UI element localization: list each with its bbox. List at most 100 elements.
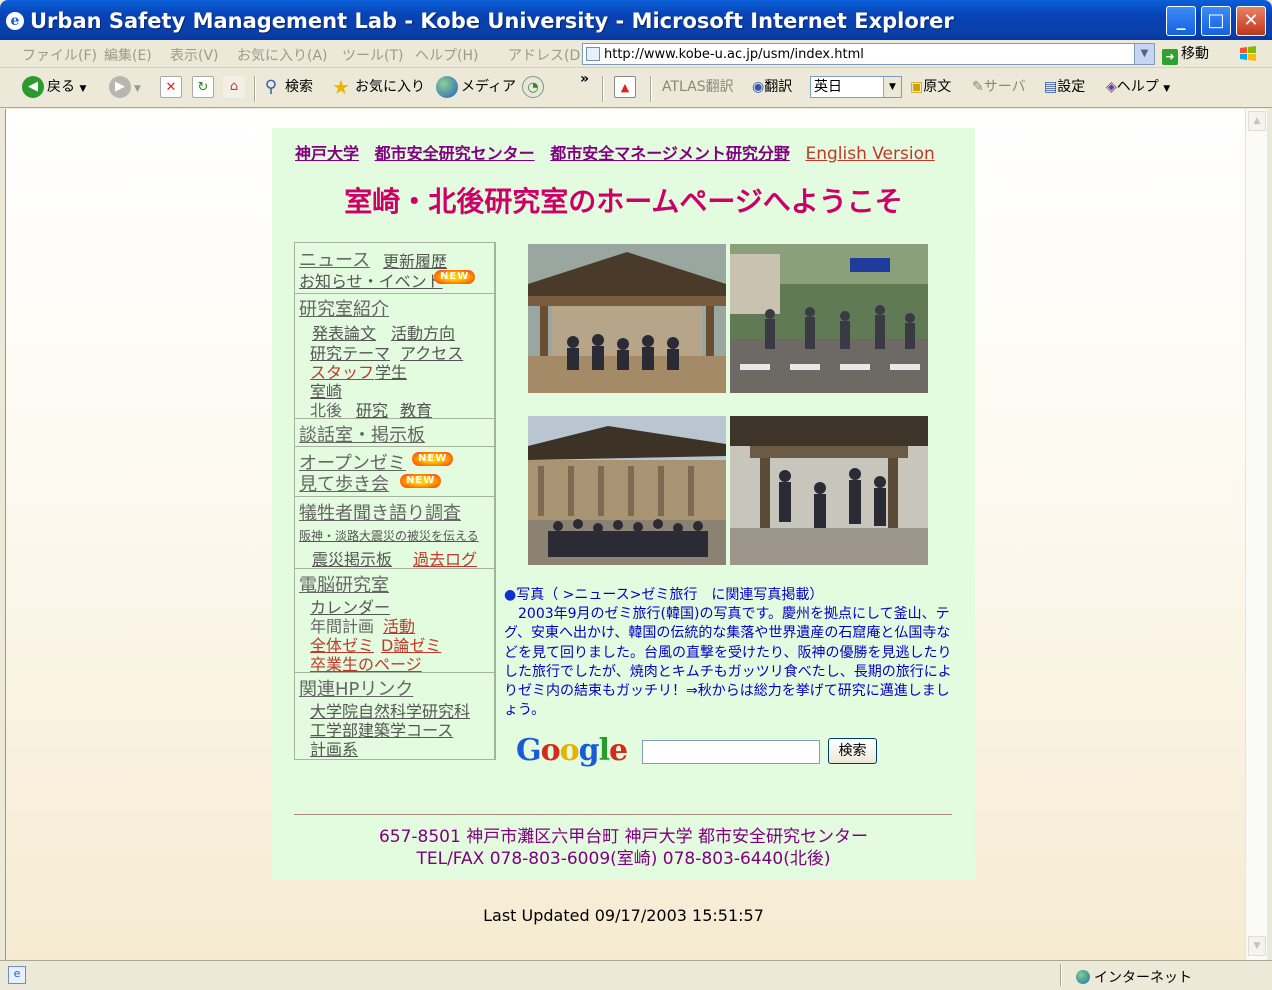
caption-head[interactable]: 写真（ >ニュース>ゼミ旅行 に関連写真掲載） bbox=[516, 587, 823, 603]
link-research-center[interactable]: 都市安全研究センター bbox=[375, 144, 535, 163]
menu-victims-survey[interactable]: 犠牲者聞き語り調査 bbox=[299, 499, 461, 525]
status-bar: e インターネット bbox=[0, 960, 1272, 990]
menu-alumni[interactable]: 卒業生のページ bbox=[310, 651, 422, 675]
menu-divider bbox=[294, 293, 494, 294]
original-button[interactable]: ▣原文 bbox=[910, 76, 951, 100]
history-icon: ◔ bbox=[522, 76, 544, 98]
photo-temple-steps bbox=[528, 416, 726, 565]
caption-body: 2003年9月のゼミ旅行(韓国)の写真です。慶州を拠点にして釜山、テグ、安東へ出… bbox=[504, 606, 952, 719]
language-select[interactable]: 英日 ▼ bbox=[810, 76, 902, 98]
link-research-division[interactable]: 都市安全マネージメント研究分野 bbox=[550, 144, 790, 163]
new-badge: NEW bbox=[412, 452, 454, 466]
scroll-down-icon[interactable]: ▼ bbox=[1248, 936, 1266, 956]
windows-logo-icon bbox=[1240, 46, 1256, 61]
last-updated: Last Updated 09/17/2003 15:51:57 bbox=[483, 906, 764, 925]
favorites-button[interactable]: ★ お気に入り bbox=[330, 76, 425, 100]
footer-divider bbox=[294, 814, 952, 815]
media-button[interactable]: メディア bbox=[436, 76, 516, 100]
original-label: 原文 bbox=[923, 79, 952, 95]
close-button[interactable]: ✕ bbox=[1236, 6, 1266, 36]
pdf-button[interactable]: ▲ bbox=[614, 76, 639, 100]
top-links: 神戸大学 都市安全研究センター 都市安全マネージメント研究分野 English … bbox=[295, 140, 935, 164]
menu-lab-intro[interactable]: 研究室紹介 bbox=[299, 295, 389, 321]
menu-past-log[interactable]: 過去ログ bbox=[413, 546, 477, 570]
page-icon bbox=[586, 47, 600, 61]
language-value: 英日 bbox=[814, 79, 842, 95]
chevron-down-icon[interactable]: ▼ bbox=[883, 77, 901, 97]
forward-button[interactable]: ▶ ▼ bbox=[109, 76, 141, 100]
page-status-icon: e bbox=[8, 966, 26, 984]
history-button[interactable]: ◔ bbox=[522, 76, 547, 100]
address-bar[interactable]: http://www.kobe-u.ac.jp/usm/index.html ▼ bbox=[582, 43, 1155, 65]
menu-access[interactable]: アクセス bbox=[400, 340, 463, 364]
go-button[interactable]: ➜ 移動 bbox=[1162, 43, 1209, 65]
menu-file[interactable]: ファイル(F) bbox=[22, 45, 97, 65]
server-icon: ✎ bbox=[972, 79, 984, 95]
photo-street-crossing bbox=[730, 244, 928, 393]
magnifier-icon: ⚲ bbox=[264, 77, 278, 97]
pdf-icon: ▲ bbox=[614, 76, 636, 98]
back-arrow-icon: ◀ bbox=[22, 76, 44, 98]
photo-caption: ●写真（ >ニュース>ゼミ旅行 に関連写真掲載） 2003年9月のゼミ旅行(韓国… bbox=[504, 586, 954, 720]
search-label: 検索 bbox=[285, 79, 313, 95]
title-bar: e Urban Safety Management Lab - Kobe Uni… bbox=[0, 0, 1272, 40]
settings-button[interactable]: ▤設定 bbox=[1044, 76, 1085, 100]
toolbar: ◀ 戻る ▼ ▶ ▼ ✕ ↻ ⌂ ⚲ 検索 ★ お気に入り メディア ◔ » ▲ ATL… bbox=[0, 68, 1272, 108]
zone-label: インターネット bbox=[1094, 970, 1192, 986]
vertical-scrollbar[interactable]: ▲ ▼ bbox=[1245, 109, 1267, 960]
help-label: ヘルプ bbox=[1116, 79, 1159, 95]
translate-button[interactable]: ◉翻訳 bbox=[752, 76, 792, 100]
address-url[interactable]: http://www.kobe-u.ac.jp/usm/index.html bbox=[604, 47, 864, 62]
link-english-version[interactable]: English Version bbox=[805, 144, 934, 164]
google-search-button[interactable]: 検索 bbox=[828, 738, 877, 764]
menu-education[interactable]: 教育 bbox=[400, 397, 432, 421]
photo-temple-pavilion bbox=[528, 244, 726, 393]
menu-help[interactable]: ヘルプ(H) bbox=[415, 45, 478, 65]
favorites-label: お気に入り bbox=[355, 79, 425, 95]
maximize-button[interactable]: □ bbox=[1201, 6, 1231, 36]
menu-walk[interactable]: 見て歩き会 bbox=[299, 470, 389, 496]
scroll-up-icon[interactable]: ▲ bbox=[1248, 111, 1266, 131]
new-badge: NEW bbox=[434, 270, 476, 284]
home-button[interactable]: ⌂ bbox=[223, 76, 248, 100]
back-button[interactable]: ◀ 戻る ▼ bbox=[22, 76, 86, 100]
window-title: Urban Safety Management Lab - Kobe Unive… bbox=[30, 9, 954, 33]
settings-icon: ▤ bbox=[1044, 79, 1058, 95]
menu-tools[interactable]: ツール(T) bbox=[342, 45, 403, 65]
ie-icon: e bbox=[6, 12, 24, 30]
menu-view[interactable]: 表示(V) bbox=[170, 45, 219, 65]
refresh-button[interactable]: ↻ bbox=[192, 76, 217, 100]
google-logo: Google bbox=[516, 733, 628, 768]
star-icon: ★ bbox=[332, 75, 350, 99]
menu-victims-sub[interactable]: 阪神・淡路大震災の被災を伝える bbox=[299, 527, 479, 544]
minimize-button[interactable]: _ bbox=[1166, 6, 1196, 36]
search-button[interactable]: ⚲ 検索 bbox=[260, 76, 313, 100]
menu-events[interactable]: お知らせ・イベント bbox=[299, 268, 443, 292]
menu-students[interactable]: 学生 bbox=[375, 359, 407, 383]
globe-icon bbox=[1076, 970, 1090, 984]
go-arrow-icon: ➜ bbox=[1162, 49, 1178, 65]
help-book-icon: ◈ bbox=[1106, 79, 1117, 95]
refresh-icon: ↻ bbox=[192, 76, 214, 98]
menu-bbs[interactable]: 談話室・掲示板 bbox=[299, 421, 425, 447]
translate-label: 翻訳 bbox=[764, 79, 793, 95]
footer-phone: TEL/FAX 078-803-6009(室崎) 078-803-6440(北後… bbox=[416, 849, 831, 869]
toolbar-chevron[interactable]: » bbox=[580, 68, 589, 92]
server-button[interactable]: ✎サーバ bbox=[972, 76, 1026, 100]
media-globe-icon bbox=[436, 76, 458, 98]
address-label: アドレス(D) bbox=[508, 48, 586, 64]
chevron-down-icon[interactable]: ▼ bbox=[1134, 44, 1154, 64]
help-button[interactable]: ◈ヘルプ ▼ bbox=[1106, 76, 1170, 100]
server-label: サーバ bbox=[983, 79, 1026, 95]
menu-hokugo: 北後 bbox=[310, 401, 343, 420]
menu-research[interactable]: 研究 bbox=[356, 397, 388, 421]
menu-planning[interactable]: 計画系 bbox=[310, 736, 358, 760]
menu-edit[interactable]: 編集(E) bbox=[104, 45, 152, 65]
menu-quake-bbs[interactable]: 震災掲示板 bbox=[312, 546, 392, 570]
google-search-input[interactable] bbox=[642, 740, 820, 764]
link-kobe-university[interactable]: 神戸大学 bbox=[295, 144, 359, 163]
translate-icon: ◉ bbox=[752, 79, 765, 95]
stop-button[interactable]: ✕ bbox=[160, 76, 185, 100]
forward-arrow-icon: ▶ bbox=[109, 76, 131, 98]
menu-favorites[interactable]: お気に入り(A) bbox=[237, 45, 328, 65]
